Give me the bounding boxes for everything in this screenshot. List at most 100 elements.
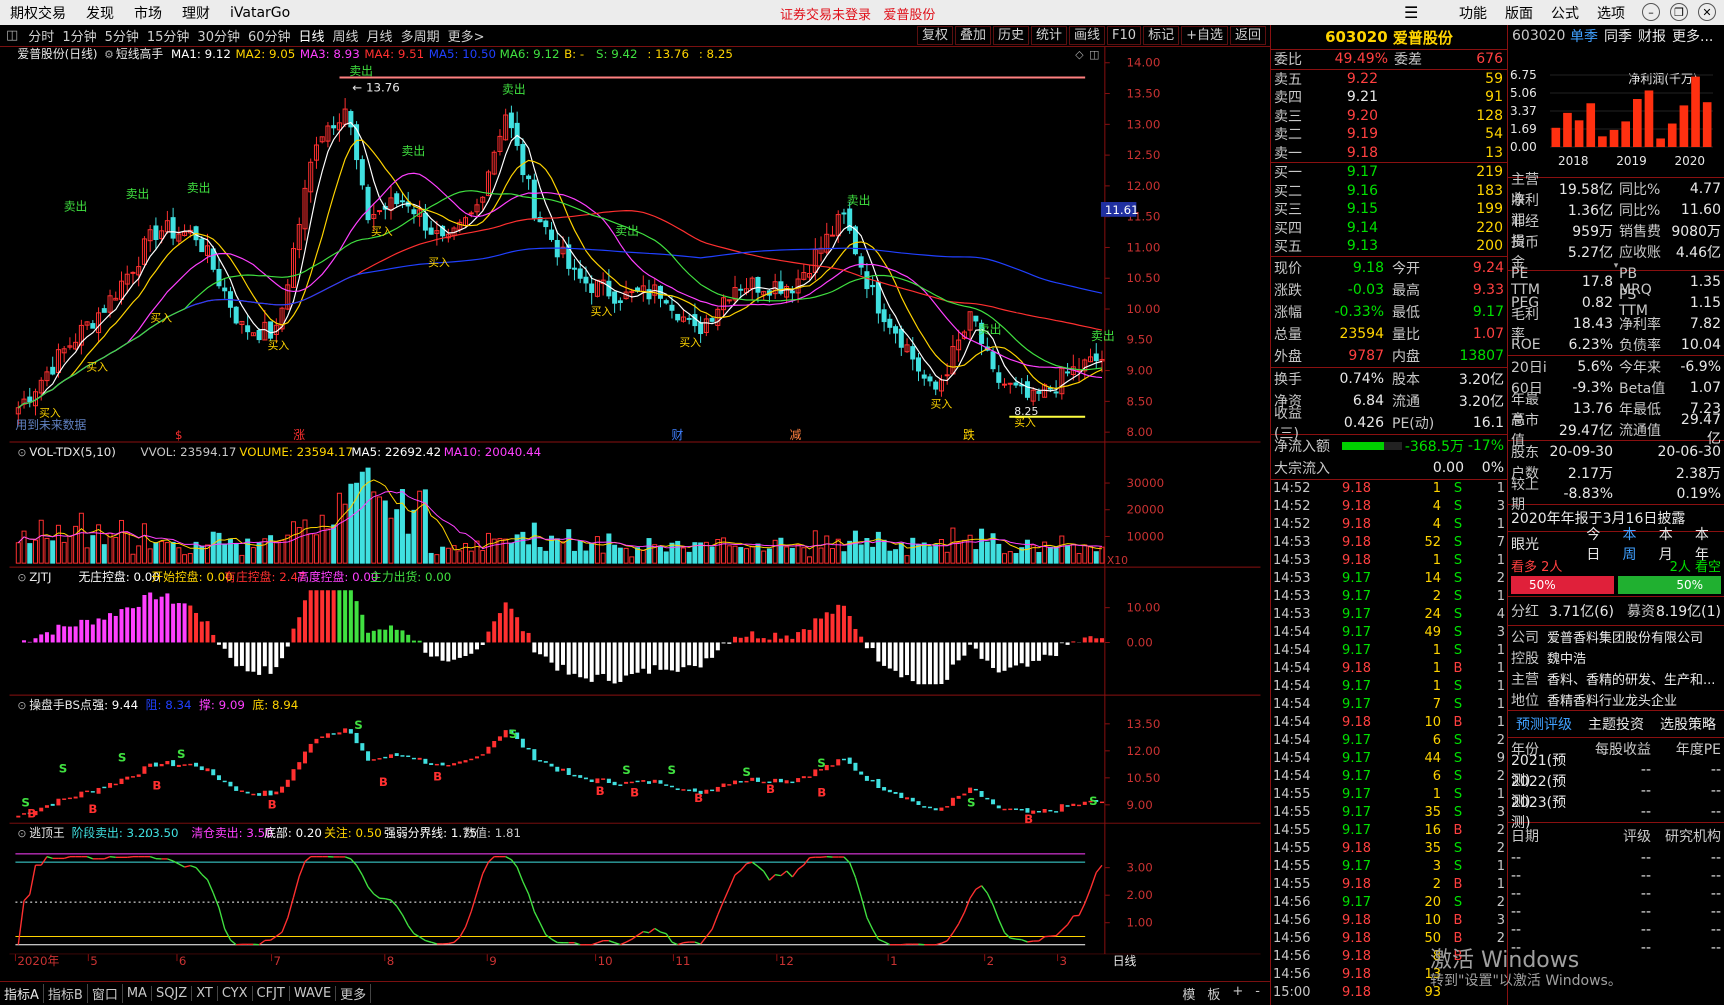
main-indicator[interactable]: 短线高手 [116, 47, 163, 61]
login-status[interactable]: 证券交易未登录 [780, 8, 871, 23]
tick-list[interactable]: 14:52 9.18 1 S 1 14:52 9.18 4 S 3 14:52 9.18 4 S 1 14:5… [1271, 480, 1507, 1002]
bottom-control-0[interactable]: 模 [1176, 984, 1201, 1003]
toolbar-button-2[interactable]: 历史 [992, 26, 1029, 45]
vision-tab-0[interactable]: 今日 [1586, 524, 1612, 564]
diamond-icon[interactable]: ◇ [1075, 48, 1084, 61]
toolbar-button-8[interactable]: 返回 [1229, 26, 1266, 45]
toolbar-button-5[interactable]: F10 [1107, 26, 1142, 45]
toolbar-button-7[interactable]: +自选 [1181, 26, 1228, 45]
zjtj-bar [205, 621, 210, 643]
info-tab-0[interactable]: 单季 [1570, 26, 1598, 46]
bs-candle [423, 758, 428, 764]
indicator-tab-3[interactable]: MA [123, 986, 152, 1001]
menu-icon[interactable]: ☰ [1404, 3, 1418, 22]
indicator-gear-icon[interactable]: ⚙ [104, 48, 114, 61]
zjtj-gear-icon[interactable]: ⊙ [17, 571, 26, 584]
toolbar-button-0[interactable]: 复权 [916, 26, 953, 45]
close-icon[interactable]: ✕ [1698, 3, 1716, 21]
menu-item-2[interactable]: 市场 [124, 3, 172, 23]
indicator-tab-5[interactable]: XT [192, 986, 218, 1001]
menu-item-1[interactable]: 发现 [76, 3, 124, 23]
layout-icon[interactable]: ◫ [0, 28, 24, 43]
bs-candle [159, 763, 164, 767]
forecast-tab-1[interactable]: 主题投资 [1588, 714, 1644, 734]
tick-side: S [1453, 841, 1463, 856]
indicator-tab-2[interactable]: 窗口 [88, 984, 123, 1003]
indicator-tab-4[interactable]: SQJZ [152, 986, 193, 1001]
zjtj-title[interactable]: ZJTJ [29, 570, 51, 584]
tdw-line [373, 893, 380, 899]
bs-candle [933, 808, 938, 811]
volume-bar [927, 546, 933, 564]
toolbar-button-3[interactable]: 统计 [1031, 26, 1068, 45]
bottom-control-1[interactable]: 板 [1201, 984, 1226, 1003]
timeframe-tab-5[interactable]: 60分钟 [244, 26, 295, 45]
vol-gear-icon[interactable]: ⊙ [17, 446, 26, 459]
bs-candle [1048, 809, 1053, 812]
vision-tab-1[interactable]: 本周 [1623, 524, 1649, 564]
stat2-value: 0.426 [1343, 414, 1384, 431]
timeframe-tab-4[interactable]: 30分钟 [193, 26, 244, 45]
dividend: 分红 3.71亿(6) 募资 8.19亿(1) [1508, 597, 1724, 625]
tdw-line [665, 933, 673, 943]
zjtj-bar [56, 624, 61, 643]
bottom-control-2[interactable]: + [1226, 984, 1249, 1003]
menu-item-0[interactable]: 期权交易 [0, 3, 76, 23]
tdw-gear-icon[interactable]: ⊙ [17, 827, 26, 840]
toolbar-button-1[interactable]: 叠加 [954, 26, 991, 45]
bs-candle [394, 753, 399, 757]
zjtj-bar [692, 642, 697, 667]
timeframe-tab-0[interactable]: 分时 [24, 26, 58, 45]
indicator-tab-6[interactable]: CYX [218, 986, 253, 1001]
restore-icon[interactable]: ❐ [1670, 3, 1688, 21]
bs-candle [211, 769, 216, 776]
right-menu-item-1[interactable]: 版面 [1496, 3, 1542, 23]
info-tab-3[interactable]: 更多... [1672, 26, 1713, 46]
info-tab-2[interactable]: 财报 [1638, 26, 1666, 46]
ma-legend-3: MA4: 9.51 [364, 47, 424, 61]
tdw-title[interactable]: 逃顶王 [29, 826, 65, 840]
timeframe-tab-9[interactable]: 多周期 [397, 26, 444, 45]
timeframe-tab-7[interactable]: 周线 [329, 26, 363, 45]
bs-gear-icon[interactable]: ⊙ [17, 699, 26, 712]
menu-item-3[interactable]: 理财 [172, 3, 220, 23]
right-menu-item-3[interactable]: 选项 [1588, 3, 1634, 23]
vol-title[interactable]: VOL-TDX(5,10) [29, 445, 116, 459]
minimize-icon[interactable]: – [1642, 3, 1660, 21]
bs-title[interactable]: 操盘手BS点 [29, 698, 92, 712]
indicator-tab-0[interactable]: 指标A [0, 984, 44, 1003]
timeframe-tab-3[interactable]: 15分钟 [143, 26, 194, 45]
timeframe-tab-2[interactable]: 5分钟 [101, 26, 143, 45]
indicator-tab-7[interactable]: CFJT [253, 986, 290, 1001]
indicator-tab-1[interactable]: 指标B [44, 984, 88, 1003]
maximize-icon[interactable]: ◫ [1089, 48, 1099, 61]
forecast-tab-0[interactable]: 预测评级 [1516, 714, 1572, 734]
timeframe-tab-1[interactable]: 1分钟 [58, 26, 100, 45]
indicator-tab-8[interactable]: WAVE [290, 986, 337, 1001]
volume-bar [428, 552, 434, 564]
toolbar-button-6[interactable]: 标记 [1143, 26, 1180, 45]
xaxis-mode[interactable]: 日线 [1113, 954, 1137, 967]
vision-bear-bar[interactable]: 50% [1618, 576, 1721, 594]
right-menu-item-2[interactable]: 公式 [1542, 3, 1588, 23]
toolbar-button-4[interactable]: 画线 [1069, 26, 1106, 45]
kline-chart[interactable]: 14.0013.5013.0012.5012.0011.5011.0010.50… [0, 47, 1270, 967]
timeframe-tab-6[interactable]: 日线 [295, 26, 329, 45]
tdw-ytick: 1.00 [1127, 916, 1153, 930]
right-menu-item-0[interactable]: 功能 [1450, 3, 1496, 23]
val-value: 17.8 [1581, 273, 1613, 290]
bottom-control-3[interactable]: - [1249, 984, 1266, 1003]
main-ytick: 13.50 [1127, 86, 1161, 100]
tdw-line [705, 928, 713, 938]
menu-item-4[interactable]: iVatarGo [220, 5, 300, 21]
vision-bull-bar[interactable]: 50% [1511, 576, 1614, 594]
tick-time: 14:56 [1273, 913, 1311, 928]
zjtj-bar [411, 640, 416, 643]
timeframe-tab-10[interactable]: 更多> [444, 26, 489, 45]
info-tab-1[interactable]: 同季 [1604, 26, 1632, 46]
indicator-tab-9[interactable]: 更多 [336, 984, 372, 1003]
timeframe-tab-8[interactable]: 月线 [363, 26, 397, 45]
forecast-tab-2[interactable]: 选股策略 [1660, 714, 1716, 734]
tick-row: 14:56 9.17 20 S 2 [1271, 894, 1507, 912]
stock-tab[interactable]: 爱普股份 [883, 8, 935, 23]
